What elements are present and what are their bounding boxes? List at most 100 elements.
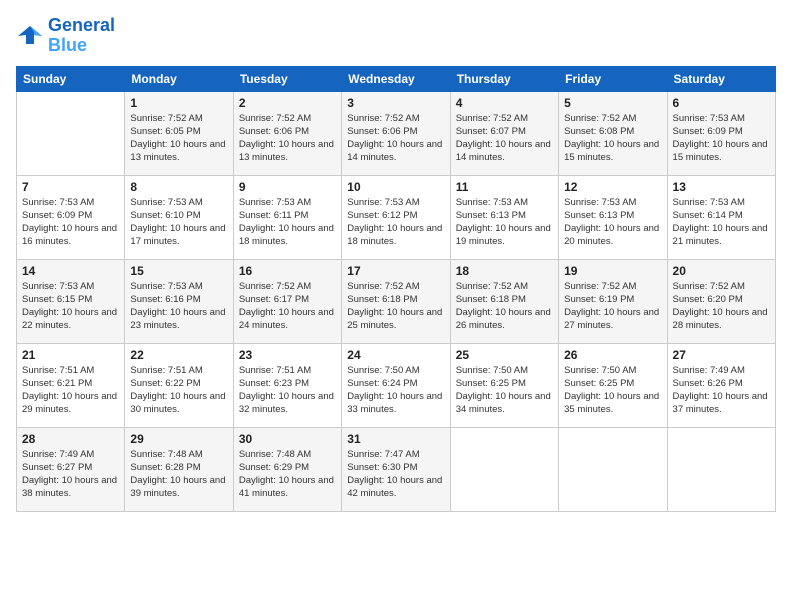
day-number: 7 <box>22 180 119 194</box>
day-info: Sunrise: 7:52 AMSunset: 6:19 PMDaylight:… <box>564 280 661 333</box>
day-number: 22 <box>130 348 227 362</box>
day-info: Sunrise: 7:52 AMSunset: 6:06 PMDaylight:… <box>347 112 444 165</box>
day-number: 17 <box>347 264 444 278</box>
calendar-cell: 24Sunrise: 7:50 AMSunset: 6:24 PMDayligh… <box>342 343 450 427</box>
day-info: Sunrise: 7:53 AMSunset: 6:15 PMDaylight:… <box>22 280 119 333</box>
day-number: 2 <box>239 96 336 110</box>
day-info: Sunrise: 7:49 AMSunset: 6:27 PMDaylight:… <box>22 448 119 501</box>
day-number: 14 <box>22 264 119 278</box>
calendar-cell: 22 Sunrise: 7:51 AMSunset: 6:22 PMDayligh… <box>125 343 233 427</box>
calendar-cell: 25 Sunrise: 7:50 AMSunset: 6:25 PMDayligh… <box>450 343 558 427</box>
calendar-cell: 21Sunrise: 7:51 AMSunset: 6:21 PMDayligh… <box>17 343 125 427</box>
calendar-cell: 23 Sunrise: 7:51 AMSunset: 6:23 PMDayligh… <box>233 343 341 427</box>
calendar-cell: 6 Sunrise: 7:53 AMSunset: 6:09 PMDaylight… <box>667 91 775 175</box>
day-number: 31 <box>347 432 444 446</box>
day-number: 16 <box>239 264 336 278</box>
calendar-week-3: 14 Sunrise: 7:53 AMSunset: 6:15 PMDayligh… <box>17 259 776 343</box>
calendar-cell: 29 Sunrise: 7:48 AMSunset: 6:28 PMDayligh… <box>125 427 233 511</box>
calendar-cell <box>667 427 775 511</box>
calendar-cell: 14 Sunrise: 7:53 AMSunset: 6:15 PMDayligh… <box>17 259 125 343</box>
calendar-header-friday: Friday <box>559 66 667 91</box>
calendar-cell: 30Sunrise: 7:48 AMSunset: 6:29 PMDayligh… <box>233 427 341 511</box>
calendar-cell <box>450 427 558 511</box>
calendar-cell: 20 Sunrise: 7:52 AMSunset: 6:20 PMDayligh… <box>667 259 775 343</box>
calendar-cell: 2 Sunrise: 7:52 AMSunset: 6:06 PMDaylight… <box>233 91 341 175</box>
day-number: 15 <box>130 264 227 278</box>
day-number: 1 <box>130 96 227 110</box>
day-info: Sunrise: 7:53 AMSunset: 6:12 PMDaylight:… <box>347 196 444 249</box>
day-info: Sunrise: 7:48 AMSunset: 6:28 PMDaylight:… <box>130 448 227 501</box>
day-number: 30 <box>239 432 336 446</box>
calendar-cell: 12Sunrise: 7:53 AMSunset: 6:13 PMDayligh… <box>559 175 667 259</box>
day-info: Sunrise: 7:49 AMSunset: 6:26 PMDaylight:… <box>673 364 770 417</box>
calendar-cell: 8 Sunrise: 7:53 AMSunset: 6:10 PMDaylight… <box>125 175 233 259</box>
calendar-cell: 18Sunrise: 7:52 AMSunset: 6:18 PMDayligh… <box>450 259 558 343</box>
day-info: Sunrise: 7:53 AMSunset: 6:09 PMDaylight:… <box>22 196 119 249</box>
calendar-header-monday: Monday <box>125 66 233 91</box>
day-number: 8 <box>130 180 227 194</box>
day-info: Sunrise: 7:51 AMSunset: 6:22 PMDaylight:… <box>130 364 227 417</box>
day-info: Sunrise: 7:52 AMSunset: 6:20 PMDaylight:… <box>673 280 770 333</box>
day-number: 28 <box>22 432 119 446</box>
calendar-cell: 15Sunrise: 7:53 AMSunset: 6:16 PMDayligh… <box>125 259 233 343</box>
day-info: Sunrise: 7:53 AMSunset: 6:14 PMDaylight:… <box>673 196 770 249</box>
day-number: 27 <box>673 348 770 362</box>
day-info: Sunrise: 7:53 AMSunset: 6:09 PMDaylight:… <box>673 112 770 165</box>
day-number: 19 <box>564 264 661 278</box>
day-info: Sunrise: 7:53 AMSunset: 6:13 PMDaylight:… <box>456 196 553 249</box>
calendar-cell: 3 Sunrise: 7:52 AMSunset: 6:06 PMDaylight… <box>342 91 450 175</box>
calendar-cell: 10 Sunrise: 7:53 AMSunset: 6:12 PMDayligh… <box>342 175 450 259</box>
calendar-cell: 27 Sunrise: 7:49 AMSunset: 6:26 PMDayligh… <box>667 343 775 427</box>
calendar-week-5: 28 Sunrise: 7:49 AMSunset: 6:27 PMDayligh… <box>17 427 776 511</box>
day-info: Sunrise: 7:53 AMSunset: 6:10 PMDaylight:… <box>130 196 227 249</box>
calendar-cell: 5Sunrise: 7:52 AMSunset: 6:08 PMDaylight… <box>559 91 667 175</box>
day-number: 21 <box>22 348 119 362</box>
calendar-cell: 4 Sunrise: 7:52 AMSunset: 6:07 PMDaylight… <box>450 91 558 175</box>
calendar-cell: 13 Sunrise: 7:53 AMSunset: 6:14 PMDayligh… <box>667 175 775 259</box>
logo-text-line2: Blue <box>48 36 115 56</box>
calendar-week-4: 21Sunrise: 7:51 AMSunset: 6:21 PMDayligh… <box>17 343 776 427</box>
day-info: Sunrise: 7:50 AMSunset: 6:25 PMDaylight:… <box>564 364 661 417</box>
day-number: 29 <box>130 432 227 446</box>
logo-icon <box>16 22 44 50</box>
calendar-cell: 26Sunrise: 7:50 AMSunset: 6:25 PMDayligh… <box>559 343 667 427</box>
calendar-table: SundayMondayTuesdayWednesdayThursdayFrid… <box>16 66 776 512</box>
header: General Blue <box>16 16 776 56</box>
day-info: Sunrise: 7:51 AMSunset: 6:23 PMDaylight:… <box>239 364 336 417</box>
calendar-week-2: 7 Sunrise: 7:53 AMSunset: 6:09 PMDaylight… <box>17 175 776 259</box>
calendar-cell <box>17 91 125 175</box>
calendar-cell: 19 Sunrise: 7:52 AMSunset: 6:19 PMDayligh… <box>559 259 667 343</box>
day-info: Sunrise: 7:52 AMSunset: 6:07 PMDaylight:… <box>456 112 553 165</box>
day-info: Sunrise: 7:47 AMSunset: 6:30 PMDaylight:… <box>347 448 444 501</box>
day-number: 11 <box>456 180 553 194</box>
day-number: 4 <box>456 96 553 110</box>
day-number: 12 <box>564 180 661 194</box>
calendar-cell: 16Sunrise: 7:52 AMSunset: 6:17 PMDayligh… <box>233 259 341 343</box>
day-number: 20 <box>673 264 770 278</box>
day-number: 5 <box>564 96 661 110</box>
day-number: 9 <box>239 180 336 194</box>
calendar-cell: 17 Sunrise: 7:52 AMSunset: 6:18 PMDayligh… <box>342 259 450 343</box>
day-info: Sunrise: 7:50 AMSunset: 6:25 PMDaylight:… <box>456 364 553 417</box>
day-number: 24 <box>347 348 444 362</box>
day-number: 25 <box>456 348 553 362</box>
day-number: 13 <box>673 180 770 194</box>
calendar-week-1: 1 Sunrise: 7:52 AMSunset: 6:05 PMDaylight… <box>17 91 776 175</box>
page-container: General Blue SundayMondayTuesdayWednesda… <box>0 0 792 612</box>
calendar-cell: 28 Sunrise: 7:49 AMSunset: 6:27 PMDayligh… <box>17 427 125 511</box>
calendar-header-tuesday: Tuesday <box>233 66 341 91</box>
day-info: Sunrise: 7:52 AMSunset: 6:05 PMDaylight:… <box>130 112 227 165</box>
calendar-cell: 9Sunrise: 7:53 AMSunset: 6:11 PMDaylight… <box>233 175 341 259</box>
calendar-header-saturday: Saturday <box>667 66 775 91</box>
calendar-header-thursday: Thursday <box>450 66 558 91</box>
day-number: 23 <box>239 348 336 362</box>
calendar-cell: 7 Sunrise: 7:53 AMSunset: 6:09 PMDaylight… <box>17 175 125 259</box>
calendar-cell: 1 Sunrise: 7:52 AMSunset: 6:05 PMDaylight… <box>125 91 233 175</box>
calendar-header-sunday: Sunday <box>17 66 125 91</box>
day-info: Sunrise: 7:52 AMSunset: 6:18 PMDaylight:… <box>456 280 553 333</box>
day-info: Sunrise: 7:52 AMSunset: 6:06 PMDaylight:… <box>239 112 336 165</box>
day-number: 10 <box>347 180 444 194</box>
day-number: 3 <box>347 96 444 110</box>
day-info: Sunrise: 7:52 AMSunset: 6:18 PMDaylight:… <box>347 280 444 333</box>
day-number: 6 <box>673 96 770 110</box>
